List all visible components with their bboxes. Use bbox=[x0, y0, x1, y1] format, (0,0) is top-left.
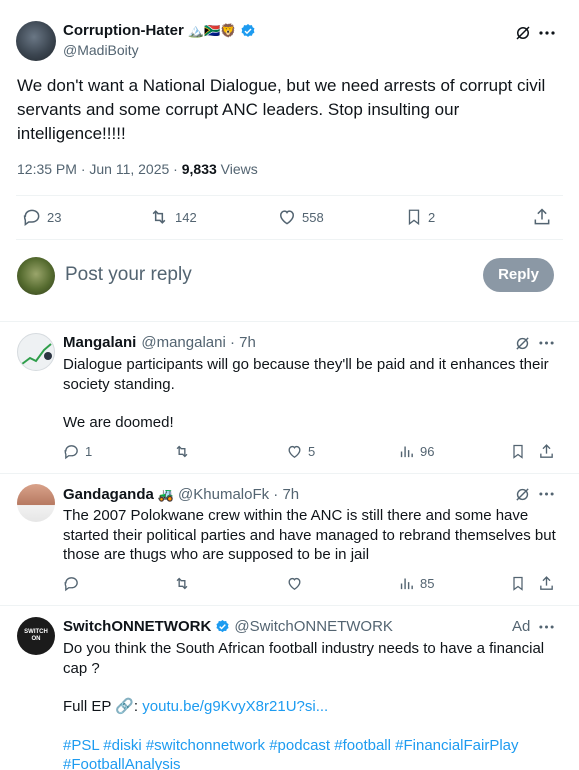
reply-action[interactable] bbox=[63, 575, 85, 592]
ad-author-name[interactable]: SwitchONNETWORK bbox=[63, 618, 211, 635]
retweet-icon bbox=[176, 445, 188, 458]
like-action[interactable]: 558 bbox=[277, 207, 324, 227]
ad-hashtags[interactable]: #FootballAnalysis bbox=[63, 755, 563, 770]
more-options-icon[interactable] bbox=[539, 31, 555, 35]
heart-icon bbox=[279, 210, 295, 225]
ad-author-handle[interactable]: @SwitchONNETWORK bbox=[234, 618, 393, 635]
reply-count: 1 bbox=[85, 444, 93, 459]
retweet-icon bbox=[176, 577, 188, 590]
reply-text-line: society standing. bbox=[63, 375, 175, 393]
tractor-emoji: 🚜 bbox=[157, 486, 175, 502]
heart-icon bbox=[288, 577, 301, 590]
reply-text-line: We are doomed! bbox=[63, 414, 174, 431]
ad-text-line: Do you think the South African football … bbox=[63, 640, 545, 657]
reply-count: 23 bbox=[47, 209, 62, 225]
reply-header: Mangalani @mangalani · 7h bbox=[63, 334, 256, 351]
ad-link[interactable]: youtu.be/g9KvyX8r21U?si... bbox=[142, 698, 328, 715]
views-count: 85 bbox=[420, 576, 435, 591]
views-icon bbox=[400, 578, 413, 590]
reply-avatar[interactable] bbox=[17, 333, 55, 371]
grok-icon[interactable] bbox=[514, 486, 531, 503]
verified-badge-icon bbox=[215, 619, 230, 634]
retweet-action[interactable] bbox=[173, 575, 196, 592]
retweet-action[interactable] bbox=[173, 443, 196, 460]
author-emoji: 🏔️🇿🇦🦁 bbox=[187, 22, 237, 38]
grok-icon[interactable] bbox=[514, 335, 531, 352]
share-icon[interactable] bbox=[532, 207, 552, 227]
tweet-timestamp[interactable]: 12:35 PM · Jun 11, 2025 · bbox=[17, 161, 182, 177]
reply-text-line: started their political parties and have… bbox=[63, 526, 556, 544]
author-handle[interactable]: @MadiBoity bbox=[63, 42, 139, 58]
full-ep-label: Full EP 🔗: bbox=[63, 698, 143, 715]
tweet-text: We don't want a National Dialogue, but w… bbox=[17, 76, 546, 143]
more-options-icon[interactable] bbox=[539, 341, 554, 345]
views-action[interactable]: 96 bbox=[398, 443, 434, 460]
ad-text-line: cap ? bbox=[63, 659, 100, 677]
reply-header: Gandaganda 🚜 @KhumaloFk · 7h bbox=[63, 486, 299, 503]
reply-author-name[interactable]: Gandaganda bbox=[63, 486, 154, 503]
reply-text-line: The 2007 Polokwane crew within the ANC i… bbox=[63, 507, 529, 524]
reply-text-line: Dialogue participants will go because th… bbox=[63, 356, 549, 373]
ad-avatar[interactable]: SWITCH ON bbox=[17, 617, 55, 655]
reply-input[interactable]: Post your reply bbox=[65, 264, 192, 286]
my-avatar[interactable] bbox=[17, 257, 55, 295]
ad-text: Do you think the South African football … bbox=[63, 639, 563, 770]
share-icon[interactable] bbox=[538, 575, 555, 592]
ad-hashtags[interactable]: #PSL #diski #switchonnetwork #podcast #f… bbox=[63, 736, 563, 756]
more-options-icon[interactable] bbox=[539, 625, 554, 629]
ad-label: Ad bbox=[512, 618, 531, 635]
grok-icon[interactable] bbox=[514, 24, 532, 42]
like-count: 558 bbox=[302, 209, 324, 225]
views-label: Views bbox=[216, 161, 258, 177]
ad-avatar-logo: SWITCH ON bbox=[24, 629, 48, 642]
reply-icon bbox=[23, 209, 40, 226]
reply-author-name[interactable]: Mangalani bbox=[63, 334, 136, 351]
tweet-meta: 12:35 PM · Jun 11, 2025 · 9,833 Views bbox=[17, 161, 258, 177]
reply-text-line: those are thugs who are supposed to be i… bbox=[63, 546, 370, 563]
views-count: 9,833 bbox=[181, 161, 217, 177]
views-count: 96 bbox=[420, 444, 435, 459]
bookmark-icon[interactable] bbox=[510, 443, 526, 460]
author-name[interactable]: Corruption-Hater bbox=[63, 22, 184, 39]
ad-link-line: Full EP 🔗: youtu.be/g9KvyX8r21U?si... bbox=[63, 697, 563, 717]
author-name-row[interactable]: Corruption-Hater 🏔️🇿🇦🦁 bbox=[63, 22, 256, 39]
like-action[interactable]: 5 bbox=[286, 443, 315, 460]
like-count: 5 bbox=[308, 444, 316, 459]
share-icon[interactable] bbox=[538, 443, 555, 460]
reply-icon bbox=[64, 445, 78, 460]
like-action[interactable] bbox=[286, 575, 308, 592]
author-avatar[interactable] bbox=[16, 21, 56, 61]
reply-avatar[interactable] bbox=[17, 484, 55, 522]
ad-header: SwitchONNETWORK @SwitchONNETWORK bbox=[63, 618, 393, 635]
reply-author-handle[interactable]: @KhumaloFk · 7h bbox=[178, 486, 299, 503]
heart-icon bbox=[288, 445, 301, 458]
bookmark-icon bbox=[408, 209, 420, 226]
views-icon bbox=[400, 446, 413, 458]
reply-text: The 2007 Polokwane crew within the ANC i… bbox=[63, 506, 563, 565]
verified-badge-icon bbox=[240, 23, 256, 39]
reply-action[interactable]: 23 bbox=[22, 207, 61, 227]
bookmark-action[interactable]: 2 bbox=[405, 207, 435, 227]
reply-action[interactable]: 1 bbox=[63, 443, 92, 460]
reply-text: Dialogue participants will go because th… bbox=[63, 355, 563, 433]
reply-author-handle[interactable]: @mangalani · 7h bbox=[141, 334, 255, 351]
reply-icon bbox=[64, 577, 78, 592]
retweet-count: 142 bbox=[175, 209, 197, 225]
reply-button[interactable]: Reply bbox=[483, 258, 554, 292]
retweet-icon bbox=[152, 210, 166, 224]
retweet-action[interactable]: 142 bbox=[148, 207, 197, 227]
views-action[interactable]: 85 bbox=[398, 575, 434, 592]
bookmark-count: 2 bbox=[428, 209, 436, 225]
more-options-icon[interactable] bbox=[539, 492, 554, 496]
bookmark-icon[interactable] bbox=[510, 575, 526, 592]
